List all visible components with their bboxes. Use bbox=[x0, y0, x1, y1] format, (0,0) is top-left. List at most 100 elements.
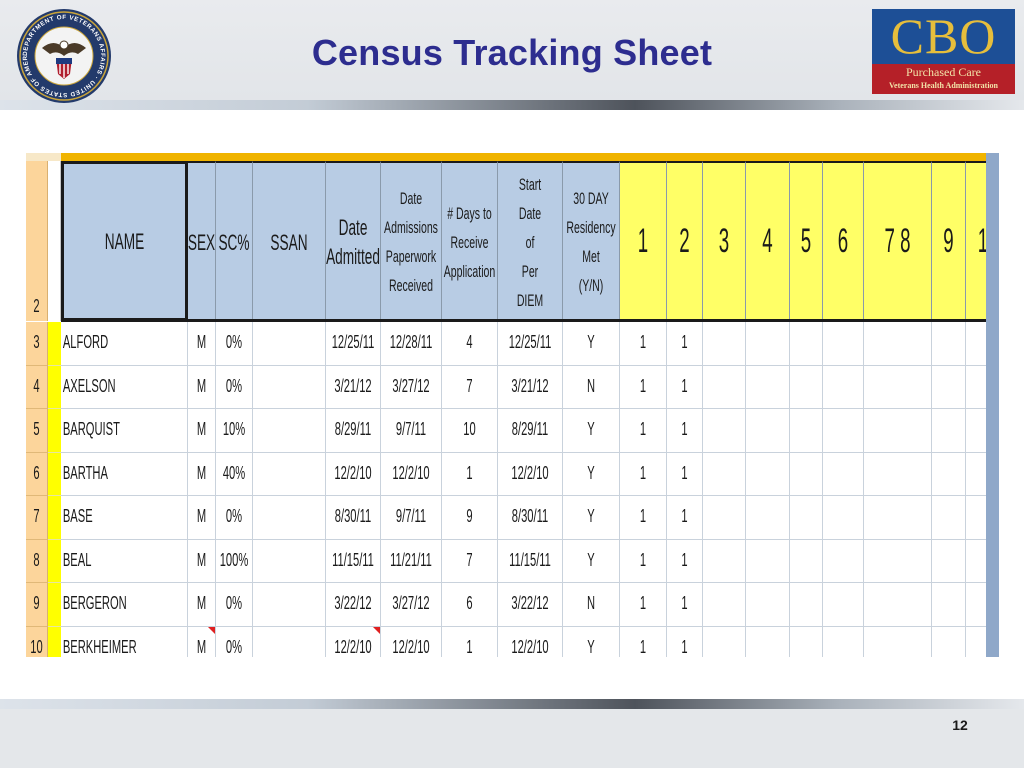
cell-value: 1 bbox=[681, 593, 688, 614]
cell-n1: 1 bbox=[620, 583, 667, 627]
row-number: 9 bbox=[33, 593, 40, 614]
cbo-logo-main: CBO bbox=[872, 9, 1015, 64]
cell-n9 bbox=[932, 409, 966, 453]
cell-value: BEAL bbox=[62, 549, 92, 570]
cell-n2: 1 bbox=[667, 626, 703, 657]
cell-ssan bbox=[253, 322, 326, 366]
accent-cell bbox=[48, 583, 61, 627]
cell-value: 0% bbox=[225, 593, 243, 614]
cell-n9 bbox=[932, 322, 966, 366]
cell-n3 bbox=[703, 452, 746, 496]
cell-residency: Y bbox=[563, 626, 620, 657]
column-header-label: SEX bbox=[188, 229, 216, 255]
row-header-9: 9 bbox=[26, 583, 48, 627]
cell-value: N bbox=[586, 593, 596, 614]
column-header-start_date: Start Date of Per DIEM bbox=[498, 161, 563, 321]
row-number: 8 bbox=[33, 549, 40, 570]
cell-n78 bbox=[864, 496, 932, 540]
cell-n10 bbox=[966, 539, 986, 583]
cell-value: 8/29/11 bbox=[334, 419, 372, 440]
cell-start_date: 12/25/11 bbox=[498, 322, 563, 366]
cell-n78 bbox=[864, 626, 932, 657]
column-header-sex: SEX bbox=[188, 161, 216, 321]
cell-n78 bbox=[864, 365, 932, 409]
cell-name: BERGERON bbox=[61, 583, 188, 627]
column-header-label: SSAN bbox=[270, 229, 308, 255]
cell-start_date: 11/15/11 bbox=[498, 539, 563, 583]
cell-date_paperwork: 12/2/10 bbox=[381, 452, 442, 496]
cell-n3 bbox=[703, 539, 746, 583]
column-header-label: 4 bbox=[762, 222, 773, 261]
cell-n1: 1 bbox=[620, 365, 667, 409]
cell-n4 bbox=[746, 322, 790, 366]
cell-ssan bbox=[253, 365, 326, 409]
cell-date_paperwork: 11/21/11 bbox=[381, 539, 442, 583]
corner-stripe bbox=[26, 153, 61, 161]
column-header-date_paperwork: Date Admissions Paperwork Received bbox=[381, 161, 442, 321]
cell-n78 bbox=[864, 583, 932, 627]
cell-value: BARTHA bbox=[62, 462, 108, 483]
row-number: 10 bbox=[30, 636, 43, 657]
column-header-label: 1 bbox=[637, 222, 649, 261]
cell-residency: Y bbox=[563, 322, 620, 366]
cell-n78 bbox=[864, 409, 932, 453]
cell-n6 bbox=[823, 626, 864, 657]
cell-date_paperwork: 9/7/11 bbox=[381, 409, 442, 453]
cell-start_date: 3/21/12 bbox=[498, 365, 563, 409]
cell-value: Y bbox=[587, 506, 595, 527]
cell-value: Y bbox=[587, 332, 595, 353]
cell-value: 10 bbox=[463, 419, 476, 440]
row-number-label: 2 bbox=[33, 296, 40, 317]
cell-date_paperwork: 12/2/10 bbox=[381, 626, 442, 657]
cell-n4 bbox=[746, 452, 790, 496]
cell-n3 bbox=[703, 365, 746, 409]
cell-n10 bbox=[966, 496, 986, 540]
cell-date_admitted: 12/25/11 bbox=[326, 322, 381, 366]
cell-ssan bbox=[253, 452, 326, 496]
cell-n6 bbox=[823, 496, 864, 540]
cell-date_admitted: 12/2/10 bbox=[326, 452, 381, 496]
cell-residency: Y bbox=[563, 409, 620, 453]
cell-n4 bbox=[746, 626, 790, 657]
row-number: 3 bbox=[33, 332, 40, 353]
row-header-8: 8 bbox=[26, 539, 48, 583]
cell-n5 bbox=[790, 365, 823, 409]
footer-divider bbox=[0, 699, 1024, 709]
cell-n6 bbox=[823, 452, 864, 496]
cell-value: 0% bbox=[225, 375, 243, 396]
cell-n2: 1 bbox=[667, 365, 703, 409]
row-number: 4 bbox=[33, 375, 40, 396]
cell-n78 bbox=[864, 452, 932, 496]
cell-n78 bbox=[864, 539, 932, 583]
cell-n3 bbox=[703, 626, 746, 657]
column-header-residency: 30 DAY Residency Met (Y/N) bbox=[563, 161, 620, 321]
cell-value: 12/2/10 bbox=[392, 636, 430, 657]
header-top-stripe bbox=[61, 153, 986, 161]
cell-n1: 1 bbox=[620, 452, 667, 496]
cell-date_admitted: 8/30/11 bbox=[326, 496, 381, 540]
cell-sc: 0% bbox=[216, 496, 253, 540]
cell-sc: 0% bbox=[216, 626, 253, 657]
cell-value: 3/22/12 bbox=[511, 593, 549, 614]
cell-value: 3/21/12 bbox=[511, 375, 549, 396]
cell-residency: N bbox=[563, 365, 620, 409]
cell-name: AXELSON bbox=[61, 365, 188, 409]
cell-residency: N bbox=[563, 583, 620, 627]
cell-n1: 1 bbox=[620, 496, 667, 540]
cell-n9 bbox=[932, 626, 966, 657]
column-header-label: 9 bbox=[943, 222, 954, 261]
column-header-label: 6 bbox=[837, 222, 849, 261]
cell-value: BASE bbox=[62, 506, 93, 527]
cbo-logo-line2: Veterans Health Administration bbox=[888, 81, 999, 90]
cell-sex: M bbox=[188, 539, 216, 583]
cell-n5 bbox=[790, 539, 823, 583]
cell-n4 bbox=[746, 496, 790, 540]
cell-sc: 0% bbox=[216, 322, 253, 366]
cell-value: M bbox=[196, 419, 207, 440]
cell-value: M bbox=[196, 549, 207, 570]
cell-value: 3/22/12 bbox=[334, 593, 372, 614]
cell-value: 12/2/10 bbox=[334, 636, 372, 657]
cell-value: 1 bbox=[639, 506, 647, 527]
cell-value: 3/27/12 bbox=[392, 375, 430, 396]
cell-value: 12/2/10 bbox=[334, 462, 372, 483]
